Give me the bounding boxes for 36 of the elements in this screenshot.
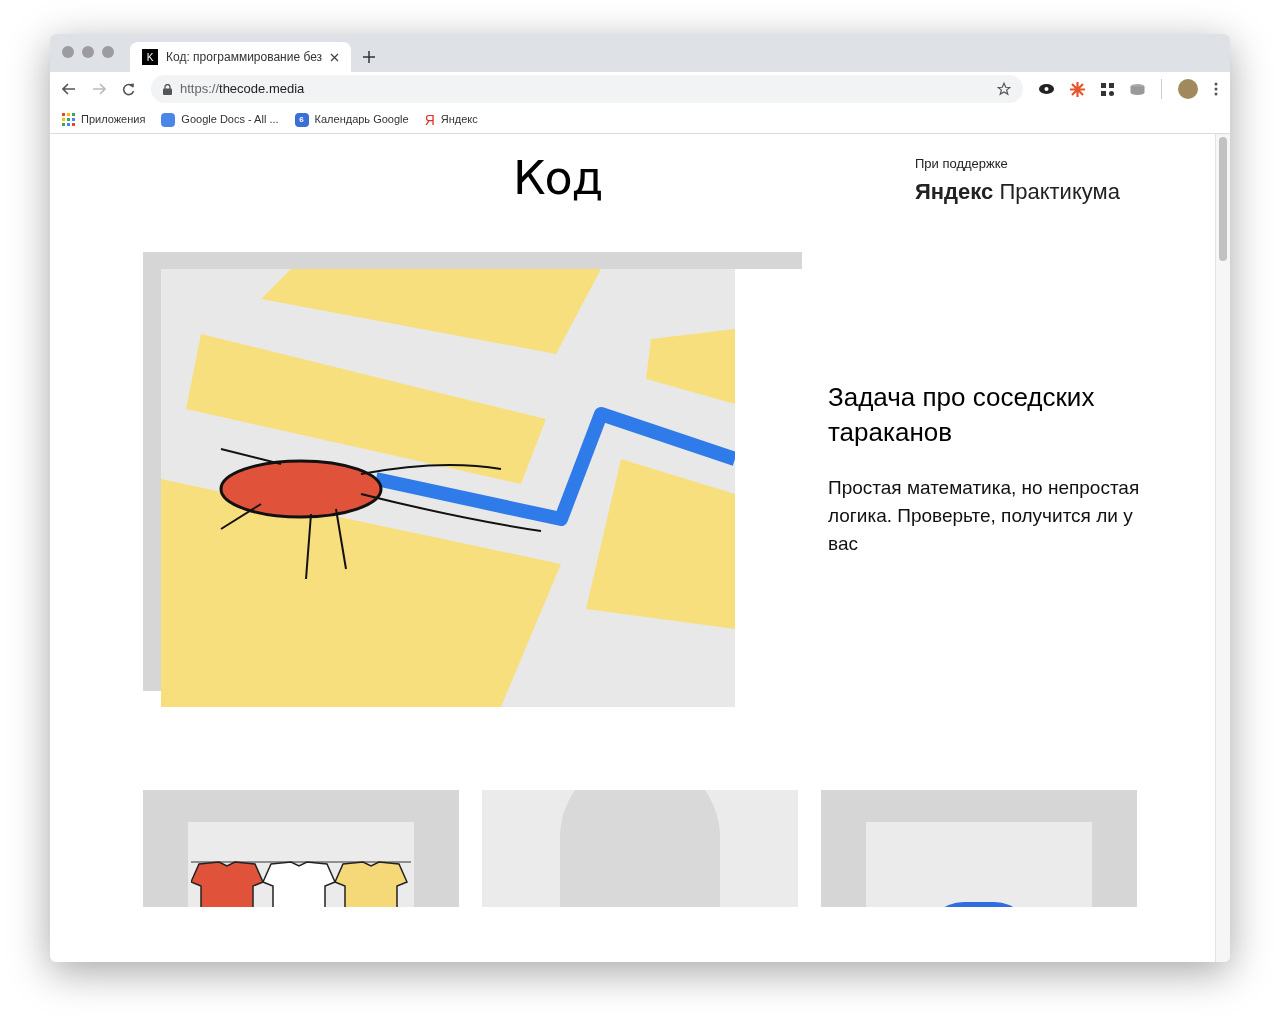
hero-description: Простая математика, но непростая логика. Проверьте, получится ли у вас [828, 476, 1141, 556]
close-icon[interactable] [330, 52, 340, 62]
apps-grid-icon [62, 113, 75, 126]
eye-icon[interactable] [1039, 84, 1054, 94]
bookmark[interactable]: Я Яндекс [424, 111, 478, 128]
qr-code-icon[interactable] [1101, 82, 1114, 96]
lock-icon [163, 83, 172, 95]
new-tab-icon[interactable] [363, 51, 376, 63]
asterisk-icon[interactable] [1070, 81, 1085, 97]
forward-arrow-icon[interactable] [92, 83, 106, 95]
bookmark[interactable]: 6 Календарь Google [294, 111, 409, 128]
sponsor-logo[interactable]: Яндекс Практикума [915, 177, 1215, 206]
bookmark[interactable]: Google Docs - All ... [161, 111, 279, 128]
bucket-icon[interactable] [1130, 83, 1145, 95]
tab-title: Код: программирование без [166, 49, 323, 66]
yandex-icon: Я [424, 112, 435, 127]
profile-avatar[interactable] [1178, 79, 1198, 99]
maximize-window-button[interactable] [102, 46, 114, 58]
back-arrow-icon[interactable] [62, 83, 76, 95]
article-card[interactable] [143, 790, 459, 907]
menu-icon[interactable] [1214, 82, 1218, 96]
address-bar[interactable]: https://thecode.media [151, 75, 1023, 103]
docs-icon [161, 112, 176, 127]
minimize-window-button[interactable] [82, 46, 94, 58]
star-icon[interactable] [997, 82, 1011, 96]
url-text: https://thecode.media [180, 80, 306, 99]
close-window-button[interactable] [62, 46, 74, 58]
bookmark[interactable]: Приложения [62, 111, 146, 128]
sponsor-caption: При поддержке [915, 155, 1009, 173]
reload-icon[interactable] [122, 82, 135, 96]
scrollbar-thumb[interactable] [1219, 137, 1227, 261]
site-favicon: K [142, 49, 158, 65]
browser-tab[interactable]: K Код: программирование без [130, 42, 352, 72]
hero-title[interactable]: Задача про соседских тараканов [828, 380, 1142, 450]
site-logo[interactable]: Код [512, 148, 603, 208]
calendar-icon: 6 [294, 112, 309, 127]
